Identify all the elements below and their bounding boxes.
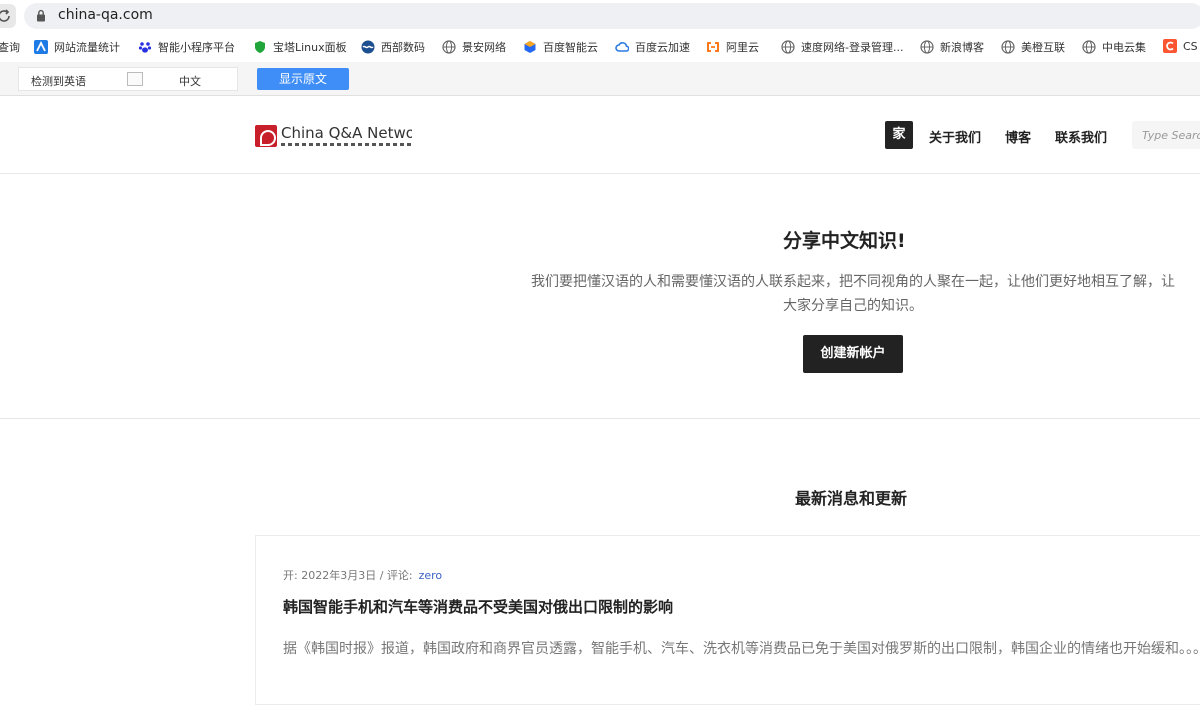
bookmark-item[interactable]: 百度云加速 bbox=[615, 39, 690, 55]
bookmark-label: 新浪博客 bbox=[940, 41, 984, 54]
bookmark-label: 查询 bbox=[0, 41, 20, 54]
reload-icon bbox=[0, 9, 10, 22]
bookmark-item[interactable]: 阿里云 bbox=[706, 39, 759, 55]
bookmark-item[interactable]: 网站流量统计 bbox=[34, 39, 120, 55]
url-text: china-qa.com bbox=[58, 7, 153, 23]
logo-text: China Q&A Netwo bbox=[281, 124, 412, 142]
post-meta: 开: 2022年3月3日 / 评论: zero bbox=[283, 567, 442, 583]
nav-blog[interactable]: 博客 bbox=[1005, 127, 1031, 146]
show-original-button[interactable]: 显示原文 bbox=[257, 68, 349, 90]
bookmark-label: 网站流量统计 bbox=[54, 41, 120, 54]
reload-button[interactable] bbox=[0, 4, 16, 28]
url-field[interactable]: china-qa.com bbox=[24, 3, 1200, 29]
flag-icon bbox=[127, 72, 143, 86]
bookmarks-bar: 查询 网站流量统计 智能小程序平台 宝塔Linux面板 西部数码 景安网络 百度… bbox=[0, 32, 1200, 60]
site-header: China Q&A Netwo 家 关于我们 博客 联系我们 bbox=[0, 96, 1200, 174]
bookmark-label: 智能小程序平台 bbox=[158, 41, 235, 54]
wave-icon bbox=[361, 40, 375, 54]
bookmark-item[interactable]: 百度智能云 bbox=[523, 39, 598, 55]
bookmark-item[interactable]: 中电云集 bbox=[1082, 39, 1146, 55]
post-author-link[interactable]: zero bbox=[419, 569, 443, 582]
bookmark-item[interactable]: 宝塔Linux面板 bbox=[253, 39, 347, 55]
bookmark-item[interactable]: 美橙互联 bbox=[1001, 39, 1065, 55]
detected-language: 检测到英语 bbox=[31, 75, 86, 88]
nav-contact[interactable]: 联系我们 bbox=[1055, 127, 1107, 146]
nav-about[interactable]: 关于我们 bbox=[929, 127, 981, 146]
bookmark-label: 美橙互联 bbox=[1021, 41, 1065, 54]
bookmark-item[interactable]: 景安网络 bbox=[442, 39, 506, 55]
bookmark-label: 百度智能云 bbox=[543, 41, 598, 54]
globe-icon bbox=[1082, 40, 1096, 54]
globe-icon bbox=[1001, 40, 1015, 54]
news-section-title: 最新消息和更新 bbox=[795, 489, 908, 508]
shield-icon bbox=[255, 41, 265, 53]
bookmark-label: 速度网络-登录管理... bbox=[801, 41, 904, 54]
cube-icon bbox=[524, 41, 536, 53]
site-logo[interactable]: China Q&A Netwo bbox=[255, 124, 412, 148]
post-excerpt: 据《韩国时报》报道，韩国政府和商界官员透露，智能手机、汽车、洗衣机等消费品已免于… bbox=[283, 641, 1200, 657]
create-account-button[interactable]: 创建新帐户 bbox=[803, 335, 903, 373]
bookmark-item[interactable]: 西部数码 bbox=[361, 39, 425, 55]
post-title[interactable]: 韩国智能手机和汽车等消费品不受美国对俄出口限制的影响 bbox=[283, 596, 673, 617]
bookmark-label: 百度云加速 bbox=[635, 41, 690, 54]
bookmark-label: 阿里云 bbox=[726, 41, 759, 54]
target-language: 中文 bbox=[179, 75, 201, 88]
bookmark-item[interactable]: 新浪博客 bbox=[920, 39, 984, 55]
globe-icon bbox=[920, 40, 934, 54]
chart-icon bbox=[34, 40, 48, 54]
nav-home[interactable]: 家 bbox=[885, 121, 913, 149]
aliyun-icon bbox=[707, 42, 719, 52]
logo-tagline-strip bbox=[281, 143, 411, 146]
paw-icon bbox=[138, 42, 152, 53]
globe-icon bbox=[781, 40, 795, 54]
csdn-icon bbox=[1163, 39, 1177, 53]
bookmark-label: 景安网络 bbox=[462, 41, 506, 54]
translate-bar: 检测到英语 中文 显示原文 bbox=[0, 62, 1200, 96]
bookmark-item[interactable]: 查询 bbox=[0, 39, 20, 55]
bookmark-label: 中电云集 bbox=[1102, 41, 1146, 54]
language-selector[interactable]: 检测到英语 中文 bbox=[18, 67, 238, 91]
lock-icon bbox=[37, 9, 45, 22]
hero-title: 分享中文知识! bbox=[783, 230, 906, 252]
bookmark-label: 宝塔Linux面板 bbox=[273, 41, 347, 54]
news-card: 开: 2022年3月3日 / 评论: zero 韩国智能手机和汽车等消费品不受美国… bbox=[255, 535, 1200, 705]
cloud-icon bbox=[615, 42, 629, 52]
globe-icon bbox=[442, 40, 456, 54]
bookmark-label: CS bbox=[1183, 39, 1198, 53]
logo-mark-icon bbox=[255, 125, 277, 147]
hero-description: 我们要把懂汉语的人和需要懂汉语的人联系起来，把不同视角的人聚在一起，让他们更好地… bbox=[531, 274, 1175, 314]
section-divider bbox=[0, 418, 1200, 419]
bookmark-item[interactable]: 智能小程序平台 bbox=[138, 39, 235, 55]
bookmark-label: 西部数码 bbox=[381, 41, 425, 54]
bookmark-item[interactable]: CS bbox=[1163, 39, 1198, 53]
post-date-comments: 开: 2022年3月3日 / 评论: bbox=[283, 569, 413, 582]
search-input[interactable] bbox=[1132, 121, 1200, 149]
address-bar: china-qa.com bbox=[0, 0, 1200, 32]
bookmark-item[interactable]: 速度网络-登录管理... bbox=[781, 39, 903, 55]
